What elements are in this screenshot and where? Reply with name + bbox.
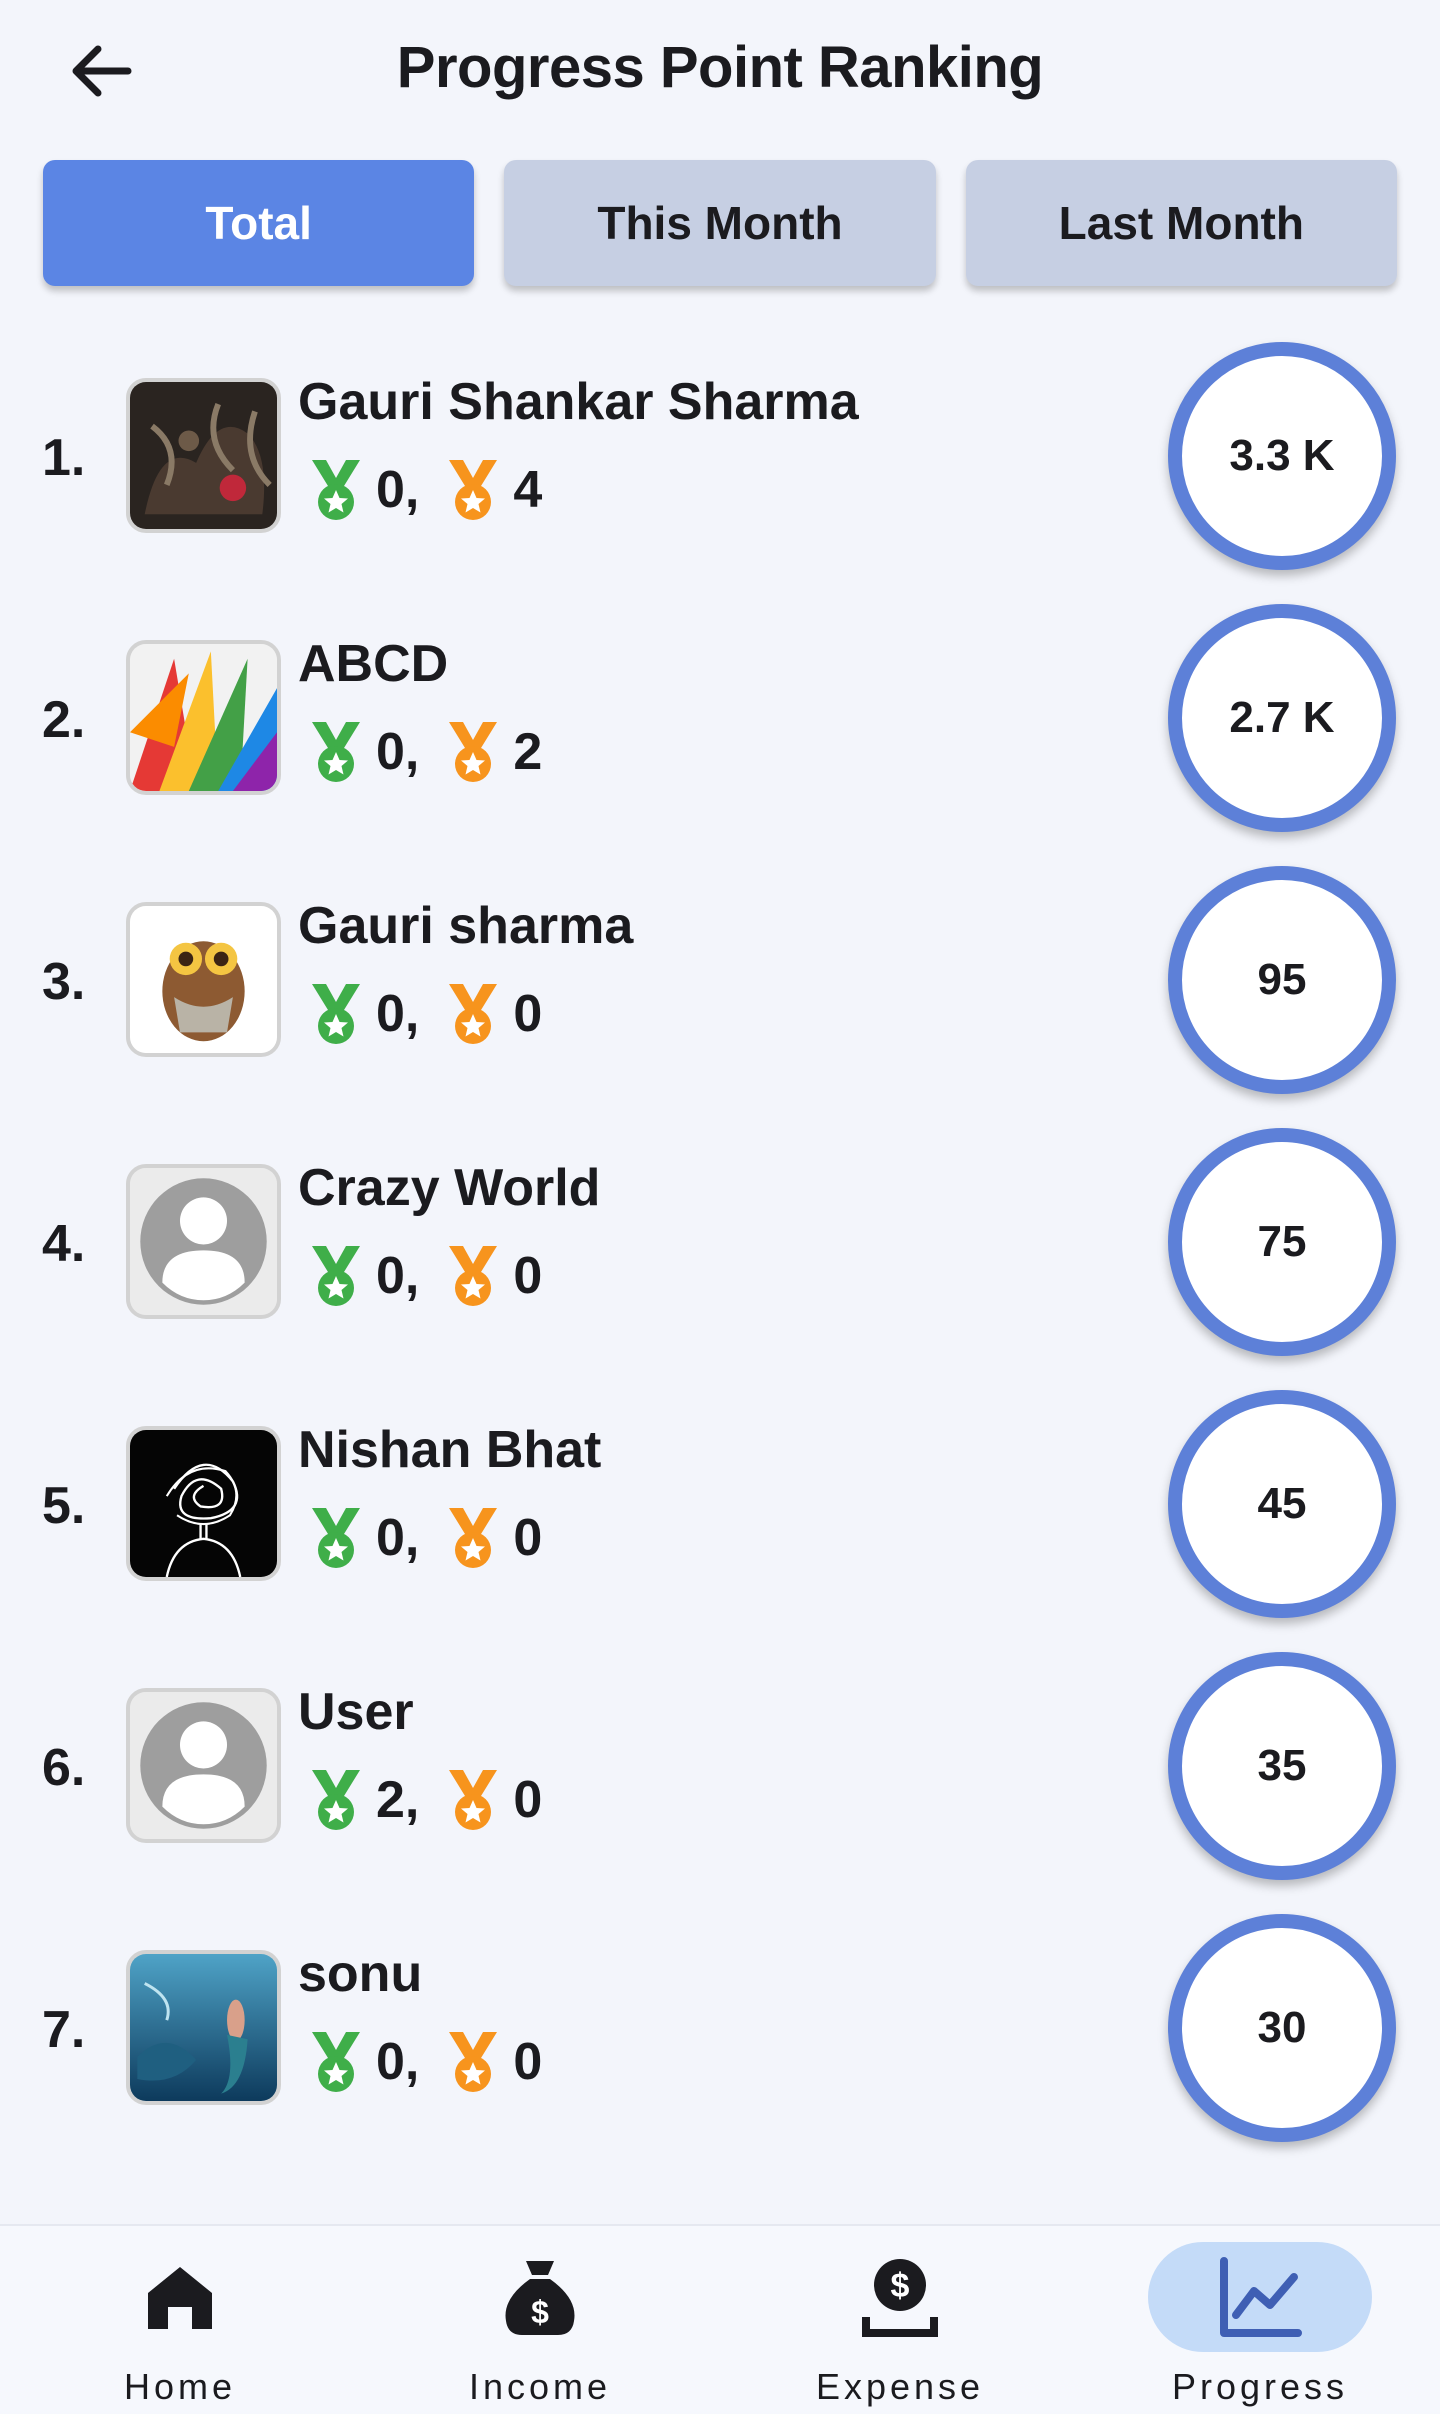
- user-name: sonu: [298, 1945, 423, 2003]
- orange-medal-count: 0: [513, 2033, 543, 2091]
- nav-income[interactable]: $ Income: [360, 2226, 720, 2414]
- green-medal-icon: [308, 1506, 364, 1570]
- medal-counts: 0, 0: [308, 1506, 542, 1570]
- user-name: Nishan Bhat: [298, 1421, 602, 1479]
- user-name: User: [298, 1683, 414, 1741]
- avatar[interactable]: [126, 378, 281, 533]
- green-medal-icon: [308, 458, 364, 522]
- green-medal-icon: [308, 982, 364, 1046]
- svg-text:$: $: [891, 2267, 910, 2305]
- nav-expense-pill: $: [788, 2242, 1012, 2352]
- nav-income-pill: $: [428, 2242, 652, 2352]
- avatar[interactable]: [126, 1688, 281, 1843]
- app-header: Progress Point Ranking: [0, 0, 1440, 140]
- orange-medal-icon: [445, 1244, 501, 1308]
- orange-medal-count: 0: [513, 1247, 543, 1305]
- rank-number: 4.: [42, 1215, 86, 1273]
- ranking-list: 1. Gauri Shankar Sharma 0, 4 3.3 K 2. AB…: [0, 330, 1440, 2164]
- nav-expense[interactable]: $ Expense: [720, 2226, 1080, 2414]
- user-name: ABCD: [298, 635, 449, 693]
- rank-number: 6.: [42, 1739, 86, 1797]
- expense-icon: $: [862, 2259, 938, 2337]
- ranking-row[interactable]: 4. Crazy World 0, 0 75: [0, 1116, 1440, 1378]
- avatar[interactable]: [126, 1426, 281, 1581]
- score-badge: 35: [1168, 1652, 1396, 1880]
- avatar[interactable]: [126, 640, 281, 795]
- score-badge: 30: [1168, 1914, 1396, 2142]
- orange-medal-icon: [445, 1506, 501, 1570]
- green-medal-icon: [308, 720, 364, 784]
- green-medal-icon: [308, 1244, 364, 1308]
- rank-number: 3.: [42, 953, 86, 1011]
- user-name: Gauri sharma: [298, 897, 634, 955]
- green-medal-count: 0,: [376, 2033, 420, 2091]
- ranking-row[interactable]: 2. ABCD 0, 2 2.7 K: [0, 592, 1440, 854]
- avatar[interactable]: [126, 1164, 281, 1319]
- default-person-icon: [130, 1168, 277, 1315]
- green-medal-icon: [308, 1768, 364, 1832]
- svg-text:$: $: [531, 2294, 549, 2330]
- home-icon: [148, 2267, 212, 2329]
- user-name: Crazy World: [298, 1159, 601, 1217]
- orange-medal-icon: [445, 2030, 501, 2094]
- period-tabs: Total This Month Last Month: [43, 160, 1397, 286]
- medal-counts: 2, 0: [308, 1768, 542, 1832]
- nav-progress[interactable]: Progress: [1080, 2226, 1440, 2414]
- orange-medal-icon: [445, 458, 501, 522]
- green-medal-count: 0,: [376, 723, 420, 781]
- nav-home[interactable]: Home: [0, 2226, 360, 2414]
- avatar[interactable]: [126, 902, 281, 1057]
- score-badge: 2.7 K: [1168, 604, 1396, 832]
- bottom-navigation: Home $ Income $ Expense Progress: [0, 2224, 1440, 2414]
- score-badge: 45: [1168, 1390, 1396, 1618]
- tab-total[interactable]: Total: [43, 160, 475, 286]
- medal-counts: 0, 2: [308, 720, 542, 784]
- orange-medal-count: 0: [513, 1509, 543, 1567]
- rank-number: 2.: [42, 691, 86, 749]
- money-bag-icon: $: [505, 2261, 575, 2335]
- tab-this-month[interactable]: This Month: [504, 160, 936, 286]
- green-medal-count: 2,: [376, 1771, 420, 1829]
- chart-line-icon: [1220, 2257, 1302, 2337]
- green-medal-count: 0,: [376, 985, 420, 1043]
- score-badge: 3.3 K: [1168, 342, 1396, 570]
- medal-counts: 0, 0: [308, 2030, 542, 2094]
- nav-progress-pill: [1148, 2242, 1372, 2352]
- orange-medal-count: 4: [513, 461, 543, 519]
- score-badge: 75: [1168, 1128, 1396, 1356]
- ranking-row[interactable]: 5. Nishan Bhat 0, 0 45: [0, 1378, 1440, 1640]
- page-title: Progress Point Ranking: [396, 35, 1044, 100]
- nav-home-pill: [68, 2242, 292, 2352]
- ranking-row[interactable]: 6. User 2, 0 35: [0, 1640, 1440, 1902]
- orange-medal-count: 0: [513, 1771, 543, 1829]
- nav-home-label: Home: [123, 2366, 237, 2407]
- rank-number: 5.: [42, 1477, 86, 1535]
- orange-medal-icon: [445, 982, 501, 1046]
- green-medal-count: 0,: [376, 461, 420, 519]
- nav-expense-label: Expense: [815, 2366, 985, 2407]
- rank-number: 7.: [42, 2001, 86, 2059]
- orange-medal-icon: [445, 1768, 501, 1832]
- user-name: Gauri Shankar Sharma: [298, 373, 859, 431]
- rank-number: 1.: [42, 429, 86, 487]
- avatar[interactable]: [126, 1950, 281, 2105]
- ranking-row[interactable]: 3. Gauri sharma 0, 0 95: [0, 854, 1440, 1116]
- orange-medal-count: 0: [513, 985, 543, 1043]
- medal-counts: 0, 4: [308, 458, 542, 522]
- green-medal-count: 0,: [376, 1509, 420, 1567]
- tab-last-month[interactable]: Last Month: [965, 160, 1397, 286]
- score-badge: 95: [1168, 866, 1396, 1094]
- green-medal-icon: [308, 2030, 364, 2094]
- nav-progress-label: Progress: [1171, 2366, 1349, 2407]
- medal-counts: 0, 0: [308, 1244, 542, 1308]
- orange-medal-count: 2: [513, 723, 543, 781]
- green-medal-count: 0,: [376, 1247, 420, 1305]
- default-person-icon: [130, 1692, 277, 1839]
- nav-income-label: Income: [468, 2366, 612, 2407]
- orange-medal-icon: [445, 720, 501, 784]
- ranking-row[interactable]: 7. sonu 0, 0 30: [0, 1902, 1440, 2164]
- ranking-row[interactable]: 1. Gauri Shankar Sharma 0, 4 3.3 K: [0, 330, 1440, 592]
- medal-counts: 0, 0: [308, 982, 542, 1046]
